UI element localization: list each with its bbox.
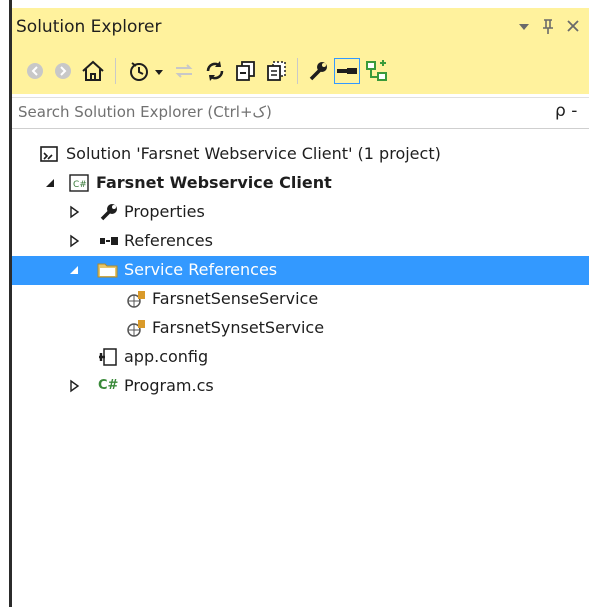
toolbar — [12, 48, 589, 94]
forward-icon[interactable] — [52, 58, 74, 84]
window-edge — [0, 0, 12, 607]
collapse-all-icon[interactable] — [233, 58, 259, 84]
tree-node-references[interactable]: References — [12, 227, 589, 256]
panel-title: Solution Explorer — [16, 17, 162, 37]
class-view-icon[interactable] — [364, 58, 390, 84]
tree-node-farsnet-sense-service[interactable]: FarsnetSenseService — [12, 285, 589, 314]
service-references-label: Service References — [124, 260, 278, 279]
tree-node-solution[interactable]: Solution 'Farsnet Webservice Client' (1 … — [12, 140, 589, 169]
farsnet-synset-service-label: FarsnetSynsetService — [152, 318, 325, 337]
solution-icon — [38, 144, 60, 164]
home-icon[interactable] — [80, 58, 106, 84]
preview-selected-items-icon[interactable] — [334, 58, 360, 84]
csharp-project-icon: C# — [68, 173, 90, 193]
search-box[interactable]: Search Solution Explorer (Ctrl+ک) ρ - — [12, 97, 589, 129]
refresh-icon[interactable] — [202, 58, 228, 84]
search-input[interactable]: Search Solution Explorer (Ctrl+ک) — [18, 103, 272, 121]
dropdown-icon[interactable] — [518, 16, 530, 41]
svg-text:C#: C# — [73, 180, 87, 190]
expanded-arrow-icon[interactable] — [68, 263, 80, 280]
properties-label: Properties — [124, 202, 205, 221]
toolbar-separator — [115, 58, 116, 84]
service-reference-icon — [126, 289, 148, 309]
csharp-file-icon: C# — [98, 378, 119, 393]
pin-icon[interactable] — [541, 16, 555, 41]
properties-icon[interactable] — [306, 58, 330, 84]
tree-node-service-references[interactable]: Service References — [12, 256, 589, 285]
tree-node-app-config[interactable]: app.config — [12, 343, 589, 372]
program-cs-label: Program.cs — [124, 376, 214, 395]
collapsed-arrow-icon[interactable] — [68, 234, 80, 251]
back-icon[interactable] — [24, 58, 46, 84]
expanded-arrow-icon[interactable] — [44, 176, 56, 193]
show-all-files-icon[interactable] — [264, 58, 290, 84]
solution-explorer-panel: Solution Explorer Search Solution Explor… — [12, 0, 589, 607]
close-icon[interactable] — [566, 16, 580, 41]
config-file-icon — [96, 347, 118, 367]
search-icon[interactable]: ρ - — [555, 101, 577, 121]
folder-icon — [96, 260, 118, 280]
farsnet-sense-service-label: FarsnetSenseService — [152, 289, 319, 308]
toolbar-separator — [297, 58, 298, 84]
collapsed-arrow-icon[interactable] — [68, 205, 80, 222]
tree-node-properties[interactable]: Properties — [12, 198, 589, 227]
app-config-label: app.config — [124, 347, 209, 366]
service-reference-icon — [126, 318, 148, 338]
tree-node-farsnet-synset-service[interactable]: FarsnetSynsetService — [12, 314, 589, 343]
filter-dropdown-icon[interactable] — [152, 58, 166, 84]
sync-with-document-icon[interactable] — [172, 58, 196, 84]
collapsed-arrow-icon[interactable] — [68, 379, 80, 396]
references-icon — [98, 231, 120, 251]
solution-label: Solution 'Farsnet Webservice Client' (1 … — [66, 144, 441, 163]
wrench-icon — [98, 202, 120, 222]
title-bar: Solution Explorer — [12, 8, 589, 48]
project-label: Farsnet Webservice Client — [96, 173, 332, 192]
references-label: References — [124, 231, 213, 250]
tree-node-program-cs[interactable]: C# Program.cs — [12, 372, 589, 401]
pending-changes-filter-icon[interactable] — [126, 58, 152, 84]
tree-node-project[interactable]: C# Farsnet Webservice Client — [12, 169, 589, 198]
